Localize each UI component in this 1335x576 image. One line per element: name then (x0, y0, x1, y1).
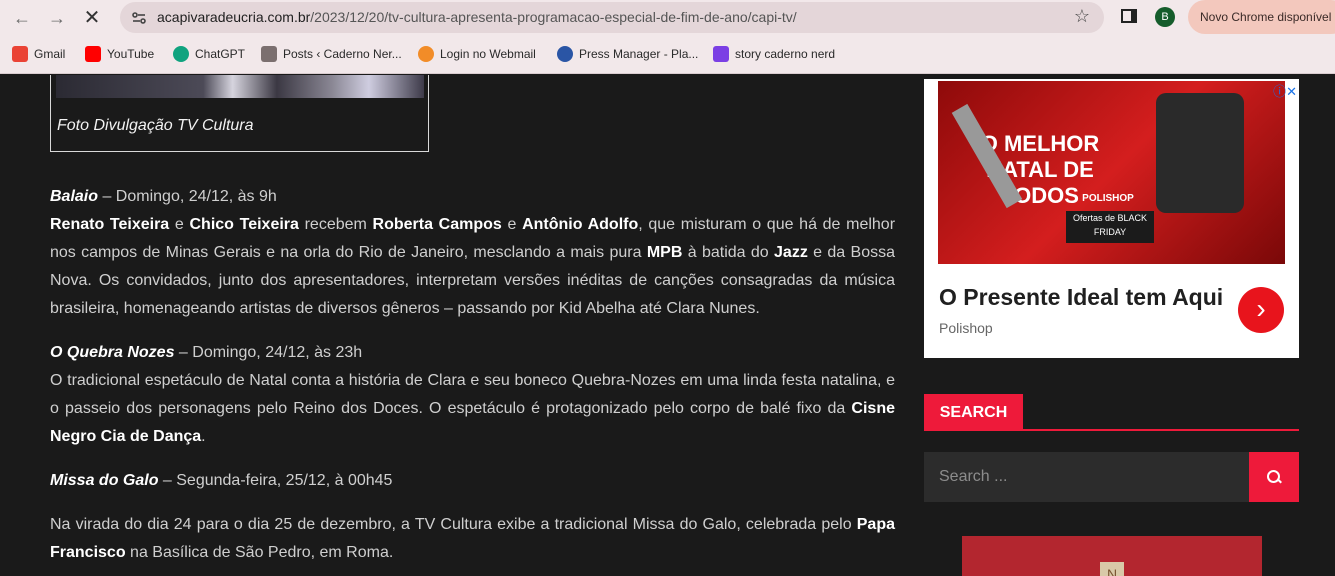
program-meta: – Domingo, 24/12, às 9h (98, 188, 277, 205)
search-input[interactable] (924, 452, 1249, 502)
search-title-underline (924, 429, 1299, 431)
program-meta: – Segunda-feira, 25/12, à 00h45 (158, 472, 393, 489)
forward-arrow-icon[interactable]: → (45, 6, 69, 30)
program-quebra-nozes: O Quebra Nozes – Domingo, 24/12, às 23h … (50, 339, 895, 451)
text: e (169, 216, 190, 233)
ad-headline[interactable]: O Presente Ideal tem Aqui (939, 284, 1223, 311)
webmail-icon (418, 46, 434, 62)
search-icon (1267, 470, 1281, 484)
text: . (201, 428, 206, 445)
gmail-icon (12, 46, 28, 62)
ad-promo-box: Ofertas de BLACK FRIDAY (1066, 211, 1154, 243)
bookmark-label: Login no Webmail (440, 47, 536, 61)
press-manager-icon (557, 46, 573, 62)
photo-caption: Foto Divulgação TV Cultura (57, 117, 254, 134)
bookmark-label: story caderno nerd (735, 47, 836, 61)
bookmark-webmail[interactable]: Login no Webmail (418, 46, 536, 62)
program-missa-description: Na virada do dia 24 para o dia 25 de dez… (50, 511, 895, 567)
url-path: /2023/12/20/tv-cultura-apresenta-program… (310, 9, 797, 25)
program-title: Missa do Galo (50, 472, 159, 489)
bookmark-posts[interactable]: Posts ‹ Caderno Ner... (261, 46, 402, 62)
bookmark-youtube[interactable]: YouTube (85, 46, 154, 62)
bookmark-label: ChatGPT (195, 47, 246, 61)
back-arrow-icon[interactable]: ← (10, 6, 34, 30)
text: O tradicional espetáculo de Natal conta … (50, 372, 895, 417)
bookmark-chatgpt[interactable]: ChatGPT (173, 46, 245, 62)
bookmark-label: Press Manager - Pla... (579, 47, 699, 61)
search-button[interactable] (1249, 452, 1299, 502)
person-name: Chico Teixeira (189, 216, 299, 233)
program-meta: – Domingo, 24/12, às 23h (174, 344, 363, 361)
person-name: Renato Teixeira (50, 216, 170, 233)
wordpress-icon (261, 46, 277, 62)
ad-banner-image[interactable]: O MELHOR NATAL DE TODOS Ofertas de BLACK… (938, 81, 1285, 264)
stop-loading-icon[interactable]: ✕ (80, 6, 104, 30)
ad-logo-icon: N (1100, 562, 1124, 576)
air-fryer-image (1156, 93, 1244, 213)
side-panel-icon[interactable] (1121, 9, 1137, 23)
text: à batida do (682, 244, 775, 261)
story-icon (713, 46, 729, 62)
page-content: Foto Divulgação TV Cultura Balaio – Domi… (0, 75, 1335, 576)
site-info-icon[interactable] (130, 9, 148, 27)
text: recebem (298, 216, 373, 233)
second-ad-banner[interactable]: N (962, 536, 1262, 576)
genre-name: Jazz (774, 244, 808, 261)
youtube-icon (85, 46, 101, 62)
chatgpt-icon (173, 46, 189, 62)
polishop-ad[interactable]: O MELHOR NATAL DE TODOS Ofertas de BLACK… (924, 79, 1299, 358)
text: e (501, 216, 523, 233)
url-host: acapivaradeucria.com.br (157, 9, 311, 25)
bookmark-star-icon[interactable]: ☆ (1074, 6, 1090, 27)
text: Na virada do dia 24 para o dia 25 de dez… (50, 516, 857, 533)
search-widget-title: SEARCH (924, 394, 1023, 431)
browser-toolbar: ← → ✕ acapivaradeucria.com.br/2023/12/20… (0, 0, 1335, 36)
genre-name: MPB (646, 244, 683, 261)
chevron-right-icon[interactable]: › (1238, 287, 1284, 333)
article-photo (56, 75, 424, 98)
program-title: O Quebra Nozes (50, 344, 175, 361)
profile-avatar[interactable]: B (1155, 7, 1175, 27)
address-bar[interactable]: acapivaradeucria.com.br/2023/12/20/tv-cu… (120, 2, 1104, 33)
bookmark-gmail[interactable]: Gmail (12, 46, 65, 62)
program-title: Balaio (50, 188, 99, 205)
article-figure: Foto Divulgação TV Cultura (50, 75, 429, 152)
program-missa-do-galo: Missa do Galo – Segunda-feira, 25/12, à … (50, 467, 895, 495)
bookmarks-bar: Gmail YouTube ChatGPT Posts ‹ Caderno Ne… (0, 36, 1335, 74)
chrome-update-button[interactable]: Novo Chrome disponível (1188, 0, 1335, 34)
ad-advertiser: Polishop (939, 320, 993, 336)
ad-promo-brand: POLISHOP (1082, 193, 1134, 204)
bookmark-label: Gmail (34, 47, 66, 61)
url-text: acapivaradeucria.com.br/2023/12/20/tv-cu… (157, 9, 797, 25)
bookmark-label: Posts ‹ Caderno Ner... (283, 47, 402, 61)
program-balaio: Balaio – Domingo, 24/12, às 9h Renato Te… (50, 183, 895, 323)
person-name: Antônio Adolfo (522, 216, 639, 233)
ad-choices-icon[interactable]: ⓘ✕ (1273, 81, 1297, 100)
person-name: Roberta Campos (372, 216, 502, 233)
bookmark-label: YouTube (107, 47, 155, 61)
bookmark-story[interactable]: story caderno nerd (713, 46, 835, 62)
text: na Basílica de São Pedro, em Roma. (125, 544, 394, 561)
bookmark-press-manager[interactable]: Press Manager - Pla... (557, 46, 698, 62)
